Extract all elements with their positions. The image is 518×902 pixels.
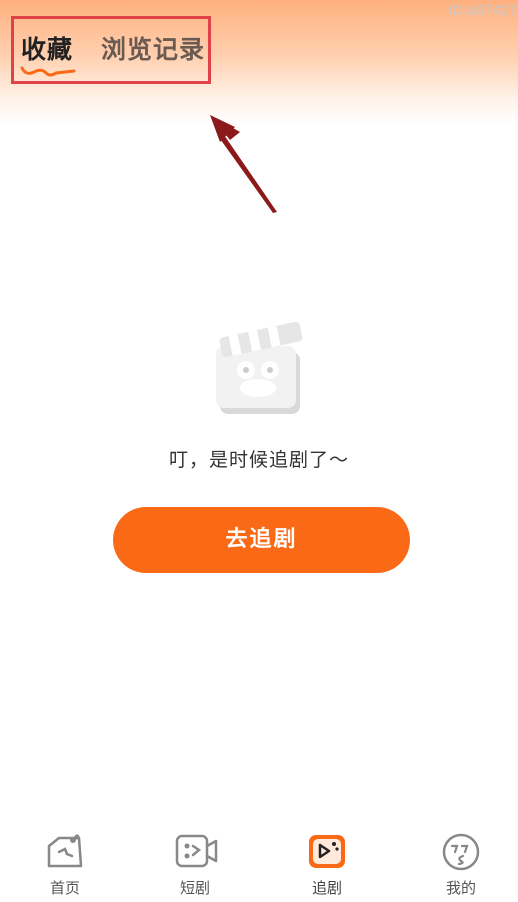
nav-label-short-drama: 短剧 — [179, 879, 210, 897]
go-follow-drama-button[interactable]: 去追剧 — [113, 507, 410, 573]
nav-item-short-drama[interactable]: 短剧 — [130, 820, 260, 902]
bottom-navigation: 首页 短剧 追剧 我的 — [0, 820, 518, 902]
nav-label-profile: 我的 — [445, 879, 476, 897]
empty-state-message: 叮，是时候追剧了～ — [168, 449, 349, 471]
clapperboard-icon — [216, 322, 303, 414]
nav-label-follow-drama: 追剧 — [311, 879, 342, 897]
home-icon — [47, 834, 83, 868]
follow-drama-icon — [309, 835, 345, 868]
annotation-arrow — [210, 115, 277, 213]
nav-item-follow-drama[interactable]: 追剧 — [262, 820, 392, 902]
nav-item-home[interactable]: 首页 — [0, 820, 130, 902]
profile-icon — [442, 833, 480, 871]
nav-item-profile[interactable]: 我的 — [396, 820, 518, 902]
tab-favorites[interactable]: 收藏 — [21, 30, 73, 66]
short-drama-icon — [175, 834, 218, 868]
tab-active-indicator — [20, 66, 76, 77]
watermark: ID:a87427 — [448, 2, 518, 19]
tab-history[interactable]: 浏览记录 — [101, 30, 205, 66]
nav-label-home: 首页 — [49, 879, 80, 897]
